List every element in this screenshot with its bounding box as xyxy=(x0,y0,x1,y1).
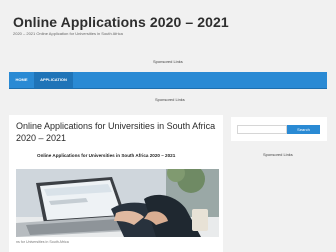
nav-bar-fill xyxy=(73,72,327,88)
sidebar-sponsored-label: Sponsored Links xyxy=(263,152,293,157)
site-title[interactable]: Online Applications 2020 – 2021 xyxy=(13,14,229,30)
article-title[interactable]: Online Applications for Universities in … xyxy=(16,121,216,144)
nav-item-application[interactable]: APPLICATION xyxy=(34,72,73,88)
article-subtitle: Online Applications for Universities in … xyxy=(37,153,176,158)
main-content: Online Applications for Universities in … xyxy=(9,115,223,252)
site-tagline: 2020 – 2021 Online Application for Unive… xyxy=(13,31,123,36)
header-sponsored-label: Sponsored Links xyxy=(153,59,183,64)
image-caption: ns for Universities in South Africa xyxy=(16,240,69,244)
site-header: Online Applications 2020 – 2021 2020 – 2… xyxy=(0,0,336,72)
main-navigation: HOME APPLICATION xyxy=(9,72,327,89)
nav-item-home[interactable]: HOME xyxy=(9,72,34,88)
search-button[interactable]: Search xyxy=(287,125,320,134)
laptop-photo-illustration xyxy=(16,169,219,237)
search-widget: Search xyxy=(231,117,327,141)
below-nav-sponsored-label: Sponsored Links xyxy=(155,97,185,102)
search-input[interactable] xyxy=(237,125,287,134)
laptop-photo xyxy=(16,169,219,237)
sidebar: Search Sponsored Links xyxy=(231,115,327,252)
